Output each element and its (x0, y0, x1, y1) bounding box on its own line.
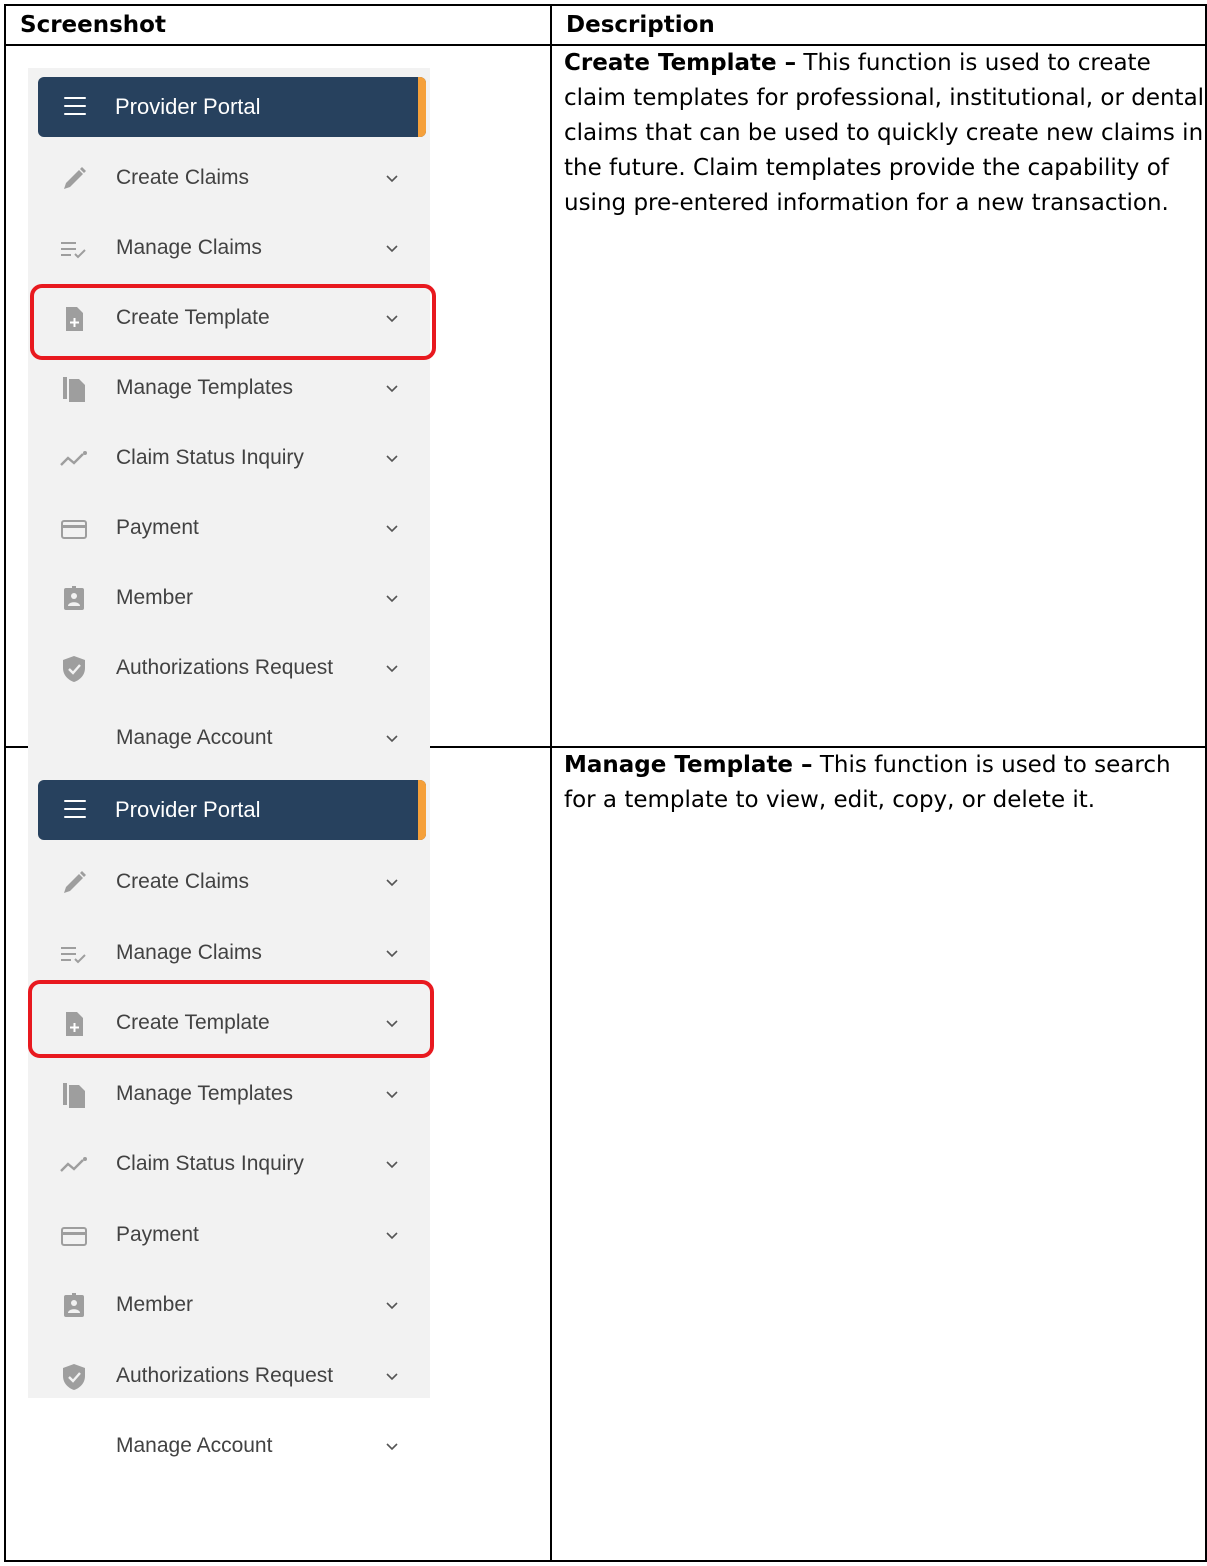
nav-item-label: Claim Status Inquiry (116, 446, 304, 469)
chevron-down-icon[interactable] (385, 1087, 399, 1101)
chevron-down-icon[interactable] (385, 241, 399, 255)
header-screenshot: Screenshot (4, 4, 552, 46)
credit-card-icon (61, 520, 87, 539)
credit-card-icon (61, 1227, 87, 1246)
nav-item-manage-account[interactable]: Manage Account (28, 1416, 430, 1476)
files-icon (63, 1083, 85, 1108)
nav-item-payment[interactable]: Payment (28, 498, 430, 558)
nav-item-label: Create Template (116, 1011, 270, 1034)
nav-item-authorizations-request[interactable]: Authorizations Request (28, 1346, 430, 1406)
list-check-icon (61, 947, 86, 964)
files-icon (63, 377, 85, 402)
nav-item-label: Create Template (116, 306, 270, 329)
portal-header[interactable]: Provider Portal (38, 780, 426, 840)
nav-item-claim-status-inquiry[interactable]: Claim Status Inquiry (28, 1134, 430, 1194)
screenshot-cell: Provider Portal Create Claims Manage Cla… (4, 44, 552, 784)
nav-item-label: Manage Templates (116, 1082, 294, 1105)
description-title: Create Template – (564, 50, 797, 76)
chevron-down-icon[interactable] (385, 661, 399, 675)
nav-item-label: Manage Templates (116, 376, 294, 399)
nav-item-label: Payment (116, 516, 199, 539)
chevron-down-icon[interactable] (385, 1298, 399, 1312)
chevron-down-icon[interactable] (385, 731, 399, 745)
description-text: Manage Template – This function is used … (552, 748, 1205, 818)
table-row: Provider Portal Create Claims Manage Cla… (4, 746, 1207, 1562)
description-cell: Manage Template – This function is used … (550, 746, 1207, 1562)
shield-check-icon (63, 656, 85, 682)
chevron-down-icon[interactable] (385, 381, 399, 395)
chevron-down-icon[interactable] (385, 946, 399, 960)
description-cell: Create Template – This function is used … (550, 44, 1207, 748)
nav-item-authorizations-request[interactable]: Authorizations Request (28, 638, 430, 698)
nav-item-label: Manage Account (116, 1434, 273, 1457)
table-header-row: Screenshot Description (4, 4, 1207, 46)
list-check-icon (61, 242, 86, 259)
shield-check-icon (63, 1364, 85, 1390)
portal-header[interactable]: Provider Portal (38, 77, 426, 137)
file-plus-icon (66, 1012, 83, 1036)
header-accent-bar (418, 77, 426, 137)
nav-item-claim-status-inquiry[interactable]: Claim Status Inquiry (28, 428, 430, 488)
description-title: Manage Template – (564, 752, 813, 778)
nav-item-payment[interactable]: Payment (28, 1205, 430, 1265)
nav-panel: Provider Portal Create Claims Manage Cla… (28, 68, 430, 784)
chevron-down-icon[interactable] (385, 1439, 399, 1453)
nav-item-label: Authorizations Request (116, 656, 334, 679)
chevron-down-icon[interactable] (385, 311, 399, 325)
trend-line-icon (60, 1157, 87, 1172)
nav-item-manage-claims[interactable]: Manage Claims (28, 218, 430, 278)
chevron-down-icon[interactable] (385, 1228, 399, 1242)
nav-item-create-claims[interactable]: Create Claims (28, 852, 430, 912)
portal-title: Provider Portal (115, 94, 261, 119)
chevron-down-icon[interactable] (385, 875, 399, 889)
nav-item-label: Create Claims (116, 870, 250, 893)
screenshot-cell: Provider Portal Create Claims Manage Cla… (4, 746, 552, 1562)
nav-item-member[interactable]: Member (28, 1275, 430, 1335)
nav-item-member[interactable]: Member (28, 568, 430, 628)
trend-line-icon (60, 451, 87, 466)
nav-item-manage-templates[interactable]: Manage Templates (28, 358, 430, 418)
chevron-down-icon[interactable] (385, 171, 399, 185)
chevron-down-icon[interactable] (385, 451, 399, 465)
nav-item-manage-claims[interactable]: Manage Claims (28, 923, 430, 983)
nav-item-label: Payment (116, 1223, 199, 1246)
chevron-down-icon[interactable] (385, 1016, 399, 1030)
nav-item-label: Manage Claims (116, 236, 262, 259)
nav-item-create-template[interactable]: Create Template (28, 288, 430, 348)
hamburger-menu-icon[interactable] (64, 97, 88, 117)
nav-item-label: Authorizations Request (116, 1364, 334, 1387)
pencil-icon (64, 871, 86, 893)
nav-item-manage-templates[interactable]: Manage Templates (28, 1064, 430, 1124)
nav-item-label: Manage Claims (116, 941, 262, 964)
nav-item-create-claims[interactable]: Create Claims (28, 148, 430, 208)
nav-panel: Provider Portal Create Claims Manage Cla… (28, 770, 430, 1457)
id-badge-icon (64, 586, 84, 610)
id-badge-icon (64, 1293, 84, 1317)
chevron-down-icon[interactable] (385, 521, 399, 535)
hamburger-menu-icon[interactable] (64, 800, 88, 820)
chevron-down-icon[interactable] (385, 1157, 399, 1171)
file-plus-icon (66, 307, 83, 331)
nav-item-create-template[interactable]: Create Template (28, 993, 430, 1053)
document-table: Screenshot Description Provider Portal C… (4, 4, 1207, 1562)
nav-item-label: Claim Status Inquiry (116, 1152, 304, 1175)
pencil-icon (64, 167, 86, 189)
chevron-down-icon[interactable] (385, 591, 399, 605)
nav-item-label: Create Claims (116, 166, 250, 189)
header-accent-bar (418, 780, 426, 840)
chevron-down-icon[interactable] (385, 1369, 399, 1383)
description-text: Create Template – This function is used … (552, 46, 1205, 221)
nav-item-label: Member (116, 586, 194, 609)
header-description: Description (550, 4, 1207, 46)
portal-title: Provider Portal (115, 797, 261, 822)
table-row: Provider Portal Create Claims Manage Cla… (4, 44, 1207, 784)
nav-item-label: Member (116, 1293, 194, 1316)
